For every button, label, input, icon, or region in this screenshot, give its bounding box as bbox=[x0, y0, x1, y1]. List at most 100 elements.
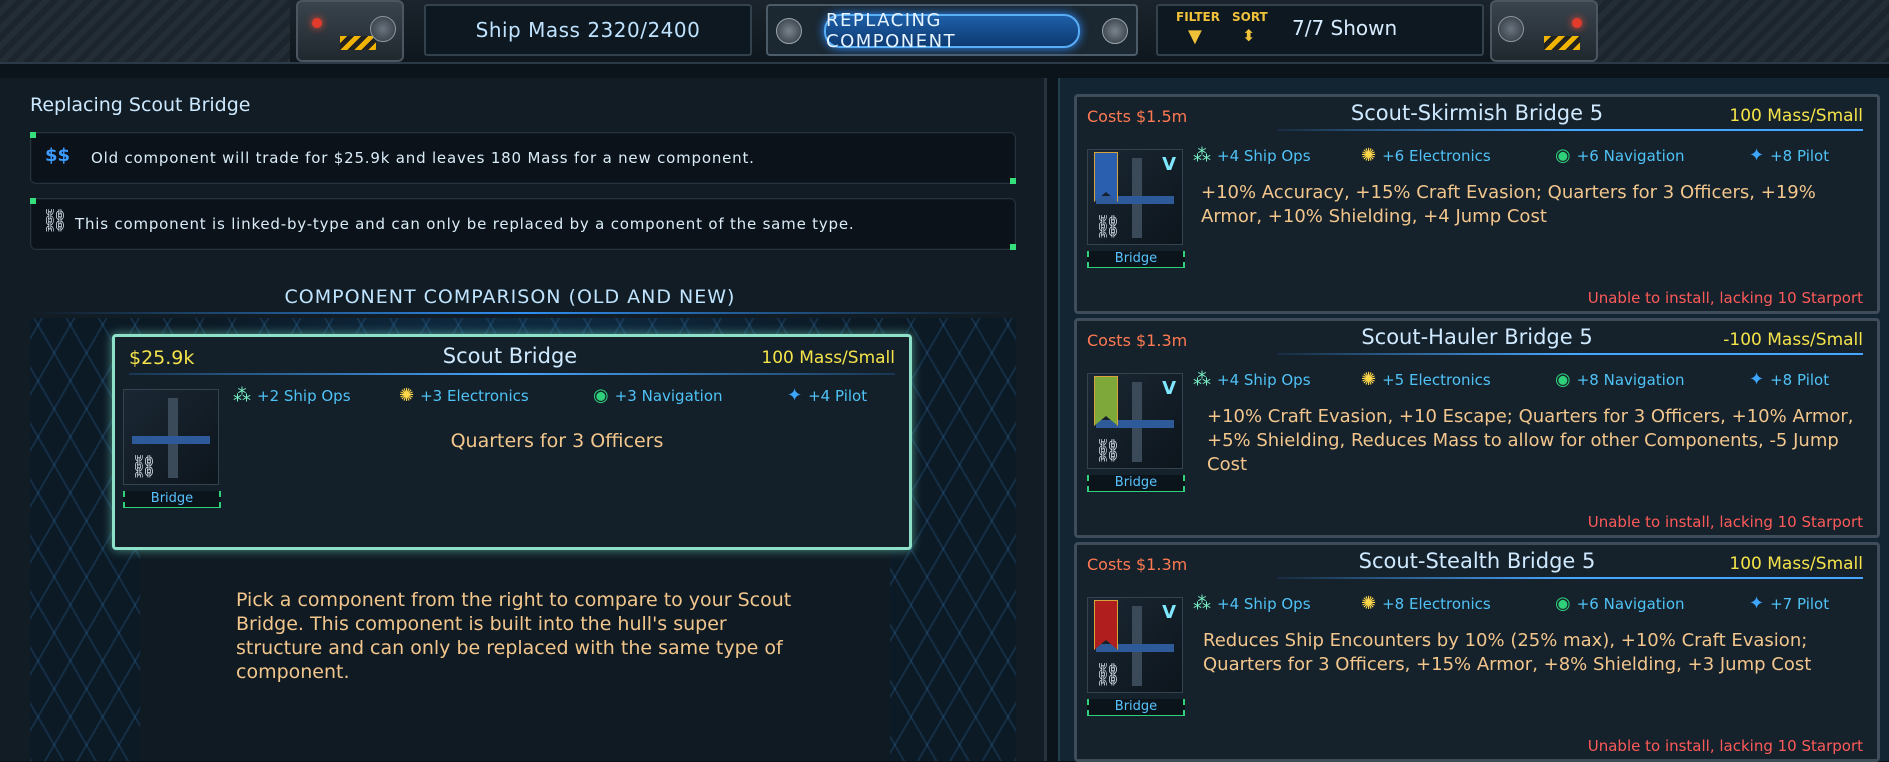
option-cost: Costs $1.3m bbox=[1087, 331, 1188, 350]
ship-ops-icon: ⁂ bbox=[1193, 145, 1211, 166]
option-mass: -100 Mass/Small bbox=[1723, 330, 1863, 350]
option-description: Reduces Ship Encounters by 10% (25% max)… bbox=[1203, 630, 1812, 675]
option-thumbnail: V ⛓ bbox=[1087, 597, 1183, 693]
chain-link-icon: ⛓ bbox=[130, 455, 158, 480]
option-cost: Costs $1.3m bbox=[1087, 555, 1188, 574]
electronics-icon: ✺ bbox=[1361, 145, 1377, 166]
trade-info-box: $$ Old component will trade for $25.9k a… bbox=[30, 132, 1016, 184]
old-component-description: Quarters for 3 Officers bbox=[450, 430, 664, 452]
stat-ship-ops: ⁂ +4 Ship Ops bbox=[1193, 593, 1311, 614]
option-thumbnail: V ⛓ bbox=[1087, 149, 1183, 245]
shown-count: 7/7 Shown bbox=[1292, 16, 1398, 40]
pilot-icon: ✦ bbox=[1749, 145, 1765, 166]
stat-navigation: ◉ +6 Navigation bbox=[1555, 593, 1685, 614]
navigation-icon: ◉ bbox=[1555, 145, 1571, 166]
option-description: +10% Accuracy, +15% Craft Evasion; Quart… bbox=[1201, 182, 1816, 227]
stat-navigation: ◉ +8 Navigation bbox=[1555, 369, 1685, 390]
option-card-hauler[interactable]: Costs $1.3m Scout-Hauler Bridge 5 -100 M… bbox=[1074, 318, 1880, 538]
option-name: Scout-Stealth Bridge 5 bbox=[1358, 549, 1596, 573]
navigation-icon: ◉ bbox=[1555, 593, 1571, 614]
chain-link-icon: ⛓ bbox=[1094, 215, 1122, 240]
ship-ops-icon: ⁂ bbox=[1193, 369, 1211, 390]
chain-link-icon: ⛓ bbox=[41, 209, 69, 234]
option-type-tag: Bridge bbox=[1087, 699, 1185, 716]
chain-link-icon: ⛓ bbox=[1094, 439, 1122, 464]
faction-banner-icon bbox=[1094, 600, 1118, 650]
mechanical-ornament-right bbox=[1490, 0, 1598, 62]
sort-icon[interactable]: ⬍ bbox=[1242, 26, 1255, 45]
option-divider bbox=[1277, 577, 1863, 579]
option-divider bbox=[1277, 353, 1863, 355]
filter-icon[interactable]: ▼ bbox=[1188, 26, 1202, 47]
stat-pilot: ✦ +8 Pilot bbox=[1749, 145, 1830, 166]
pilot-icon: ✦ bbox=[1749, 593, 1765, 614]
comparison-divider bbox=[30, 312, 1016, 314]
old-component-card[interactable]: $25.9k Scout Bridge 100 Mass/Small ⁂ +2 S… bbox=[112, 334, 912, 550]
option-mass: 100 Mass/Small bbox=[1729, 554, 1863, 574]
stat-electronics: ✺ +3 Electronics bbox=[399, 385, 529, 406]
electronics-icon: ✺ bbox=[399, 385, 415, 406]
top-bar-decoration-left bbox=[0, 0, 290, 62]
old-component-mass: 100 Mass/Small bbox=[761, 348, 895, 368]
option-cost: Costs $1.5m bbox=[1087, 107, 1188, 126]
option-warning: Unable to install, lacking 10 Starport bbox=[1587, 289, 1863, 307]
sort-label[interactable]: SORT bbox=[1232, 10, 1268, 24]
faction-v-icon: V bbox=[1162, 378, 1176, 399]
stat-pilot: ✦ +7 Pilot bbox=[1749, 593, 1830, 614]
option-card-stealth[interactable]: Costs $1.3m Scout-Stealth Bridge 5 100 M… bbox=[1074, 542, 1880, 762]
option-mass: 100 Mass/Small bbox=[1729, 106, 1863, 126]
trade-info-text: Old component will trade for $25.9k and … bbox=[91, 149, 755, 167]
stat-electronics: ✺ +5 Electronics bbox=[1361, 369, 1491, 390]
option-description: +10% Craft Evasion, +10 Escape; Quarters… bbox=[1207, 406, 1854, 475]
mode-next-knob bbox=[1102, 18, 1128, 44]
stat-electronics: ✺ +8 Electronics bbox=[1361, 593, 1491, 614]
stat-electronics: ✺ +6 Electronics bbox=[1361, 145, 1491, 166]
old-card-divider bbox=[129, 373, 895, 375]
electronics-icon: ✺ bbox=[1361, 369, 1377, 390]
old-component-name: Scout Bridge bbox=[442, 344, 578, 368]
option-card-skirmish[interactable]: Costs $1.5m Scout-Skirmish Bridge 5 100 … bbox=[1074, 94, 1880, 314]
compare-hint-text: Pick a component from the right to compa… bbox=[236, 589, 792, 683]
pilot-icon: ✦ bbox=[1749, 369, 1765, 390]
old-component-thumbnail: ⛓ bbox=[123, 389, 219, 485]
faction-banner-icon bbox=[1094, 152, 1118, 202]
stat-navigation: ◉ +6 Navigation bbox=[1555, 145, 1685, 166]
money-icon: $$ bbox=[45, 145, 71, 166]
stat-ship-ops: ⁂ +2 Ship Ops bbox=[233, 385, 351, 406]
option-thumbnail: V ⛓ bbox=[1087, 373, 1183, 469]
navigation-icon: ◉ bbox=[1555, 369, 1571, 390]
electronics-icon: ✺ bbox=[1361, 593, 1377, 614]
mode-prev-knob bbox=[776, 18, 802, 44]
option-name: Scout-Hauler Bridge 5 bbox=[1361, 325, 1593, 349]
ship-ops-icon: ⁂ bbox=[1193, 593, 1211, 614]
mechanical-ornament-left bbox=[296, 0, 404, 62]
option-warning: Unable to install, lacking 10 Starport bbox=[1587, 513, 1863, 531]
navigation-icon: ◉ bbox=[593, 385, 609, 406]
stat-ship-ops: ⁂ +4 Ship Ops bbox=[1193, 369, 1311, 390]
mode-header: REPLACING COMPONENT bbox=[766, 4, 1138, 56]
stat-navigation: ◉ +3 Navigation bbox=[593, 385, 723, 406]
stat-ship-ops: ⁂ +4 Ship Ops bbox=[1193, 145, 1311, 166]
chain-link-icon: ⛓ bbox=[1094, 663, 1122, 688]
link-info-text: This component is linked-by-type and can… bbox=[75, 215, 855, 233]
stat-pilot: ✦ +8 Pilot bbox=[1749, 369, 1830, 390]
ship-ops-icon: ⁂ bbox=[233, 385, 251, 406]
ship-mass-readout: Ship Mass 2320/2400 bbox=[424, 4, 752, 56]
option-type-tag: Bridge bbox=[1087, 251, 1185, 268]
link-info-box: ⛓ This component is linked-by-type and c… bbox=[30, 198, 1016, 250]
faction-v-icon: V bbox=[1162, 154, 1176, 175]
replacing-title: Replacing Scout Bridge bbox=[30, 94, 251, 116]
old-component-type-tag: Bridge bbox=[123, 491, 221, 508]
option-warning: Unable to install, lacking 10 Starport bbox=[1587, 737, 1863, 755]
pilot-icon: ✦ bbox=[787, 385, 803, 406]
comparison-title: COMPONENT COMPARISON (OLD AND NEW) bbox=[284, 286, 736, 308]
filter-sort-bar: FILTER ▼ SORT ⬍ 7/7 Shown bbox=[1156, 4, 1484, 56]
option-divider bbox=[1277, 129, 1863, 131]
option-name: Scout-Skirmish Bridge 5 bbox=[1350, 101, 1604, 125]
faction-banner-icon bbox=[1094, 376, 1118, 426]
option-type-tag: Bridge bbox=[1087, 475, 1185, 492]
replacing-component-title: REPLACING COMPONENT bbox=[824, 10, 1080, 52]
old-component-price: $25.9k bbox=[129, 347, 195, 369]
stat-pilot: ✦ +4 Pilot bbox=[787, 385, 868, 406]
filter-label[interactable]: FILTER bbox=[1176, 10, 1220, 24]
